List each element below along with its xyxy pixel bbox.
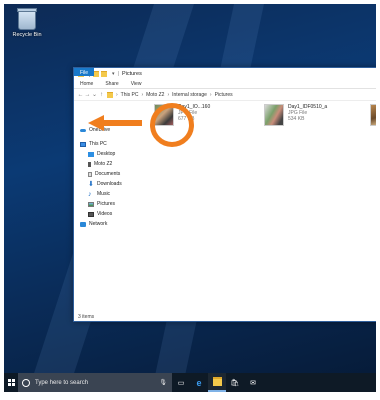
start-button[interactable] bbox=[4, 373, 18, 392]
pictures-icon bbox=[88, 201, 94, 207]
chevron-down-icon[interactable]: ▾ bbox=[112, 71, 115, 77]
nav-item-pictures[interactable]: Pictures bbox=[74, 199, 138, 209]
up-arrow-icon[interactable]: ↑ bbox=[98, 92, 105, 98]
navigation-pane: OneDrive This PC Desktop Moto Z2 Documen… bbox=[74, 101, 138, 311]
music-icon: ♪ bbox=[88, 190, 92, 198]
network-icon bbox=[80, 221, 86, 227]
forward-arrow-icon[interactable]: → bbox=[84, 92, 91, 98]
taskbar: Type here to search 🎙 ▭ e 🛍 ✉ bbox=[4, 373, 376, 392]
file-item[interactable] bbox=[370, 104, 376, 126]
tab-home[interactable]: Home bbox=[74, 79, 99, 88]
nav-item-music[interactable]: ♪ Music bbox=[74, 189, 138, 199]
task-view-icon[interactable]: ▭ bbox=[172, 373, 190, 392]
taskbar-search-box[interactable]: Type here to search 🎙 bbox=[18, 373, 172, 392]
back-arrow-icon[interactable]: ← bbox=[77, 92, 84, 98]
nav-item-onedrive[interactable]: OneDrive bbox=[74, 125, 138, 135]
ribbon-tabs: File Home Share View bbox=[74, 68, 376, 89]
breadcrumb-device[interactable]: Moto Z2 bbox=[146, 92, 164, 98]
tab-share[interactable]: Share bbox=[99, 79, 124, 88]
folder-icon bbox=[107, 91, 113, 98]
documents-icon bbox=[88, 171, 92, 177]
tab-view[interactable]: View bbox=[125, 79, 148, 88]
nav-item-label: This PC bbox=[89, 141, 107, 147]
nav-item-this-pc[interactable]: This PC bbox=[74, 139, 138, 149]
breadcrumb-storage[interactable]: Internal storage bbox=[172, 92, 207, 98]
computer-icon bbox=[80, 141, 86, 147]
tab-file[interactable]: File bbox=[74, 68, 95, 76]
desktop-folder-icon bbox=[88, 151, 94, 157]
photo-thumbnail bbox=[370, 104, 376, 126]
nav-item-downloads[interactable]: ⬇ Downloads bbox=[74, 179, 138, 189]
breadcrumb-separator: › bbox=[116, 91, 118, 98]
nav-item-label: Network bbox=[89, 221, 108, 227]
edge-icon[interactable]: e bbox=[190, 373, 208, 392]
store-icon[interactable]: 🛍 bbox=[226, 373, 244, 392]
desktop: Recycle Bin ▾ | Pictures File Home Share… bbox=[4, 4, 376, 392]
recent-locations-icon[interactable]: ⌄ bbox=[91, 91, 98, 98]
microphone-icon[interactable]: 🎙 bbox=[159, 379, 167, 386]
status-bar: 3 items bbox=[78, 314, 95, 320]
nav-item-moto-z2[interactable]: Moto Z2 bbox=[74, 159, 138, 169]
recycle-bin-shortcut[interactable]: Recycle Bin bbox=[8, 8, 46, 38]
breadcrumb-separator: › bbox=[167, 91, 170, 98]
breadcrumb-pictures[interactable]: Pictures bbox=[215, 92, 233, 98]
nav-item-label: Downloads bbox=[97, 181, 122, 187]
file-size: 534 KB bbox=[288, 116, 305, 122]
annotation-highlight-circle bbox=[150, 103, 194, 147]
phone-icon bbox=[88, 161, 91, 167]
breadcrumb-separator: › bbox=[141, 91, 144, 98]
search-placeholder: Type here to search bbox=[35, 379, 89, 386]
file-explorer-window: ▾ | Pictures File Home Share View ← → ⌄ … bbox=[73, 67, 376, 322]
annotation-arrow bbox=[104, 120, 142, 126]
nav-item-videos[interactable]: Videos bbox=[74, 209, 138, 219]
nav-item-network[interactable]: Network bbox=[74, 219, 138, 229]
cortana-icon bbox=[22, 378, 30, 387]
nav-item-label: Desktop bbox=[97, 151, 116, 157]
address-bar[interactable]: ← → ⌄ ↑ › This PC › Moto Z2 › Internal s… bbox=[74, 89, 376, 101]
videos-icon bbox=[88, 211, 94, 217]
file-item[interactable]: Day1_IDF0510_a JPG File 534 KB bbox=[264, 104, 327, 126]
nav-item-desktop[interactable]: Desktop bbox=[74, 149, 138, 159]
nav-item-label: Videos bbox=[97, 211, 113, 217]
breadcrumb-this-pc[interactable]: This PC bbox=[121, 92, 139, 98]
file-explorer-icon[interactable] bbox=[208, 373, 226, 392]
nav-item-label: Moto Z2 bbox=[94, 161, 113, 167]
recycle-bin-icon bbox=[17, 8, 37, 30]
title-bar[interactable]: ▾ | Pictures bbox=[74, 68, 376, 79]
window-title: Pictures bbox=[121, 70, 142, 77]
breadcrumb-separator: › bbox=[209, 91, 212, 98]
folder-icon bbox=[212, 377, 222, 386]
annotation-arrow-head bbox=[88, 115, 104, 131]
windows-logo-icon bbox=[7, 379, 15, 386]
mail-icon[interactable]: ✉ bbox=[244, 373, 262, 392]
photo-thumbnail bbox=[264, 104, 284, 126]
nav-item-label: Documents bbox=[95, 171, 121, 177]
new-folder-icon[interactable] bbox=[101, 70, 107, 77]
cloud-icon bbox=[80, 128, 86, 132]
recycle-bin-label: Recycle Bin bbox=[12, 32, 42, 38]
title-separator: | bbox=[117, 70, 119, 77]
nav-item-label: Pictures bbox=[97, 201, 116, 207]
nav-item-documents[interactable]: Documents bbox=[74, 169, 138, 179]
nav-item-label: Music bbox=[97, 191, 111, 197]
downloads-icon: ⬇ bbox=[88, 180, 94, 188]
